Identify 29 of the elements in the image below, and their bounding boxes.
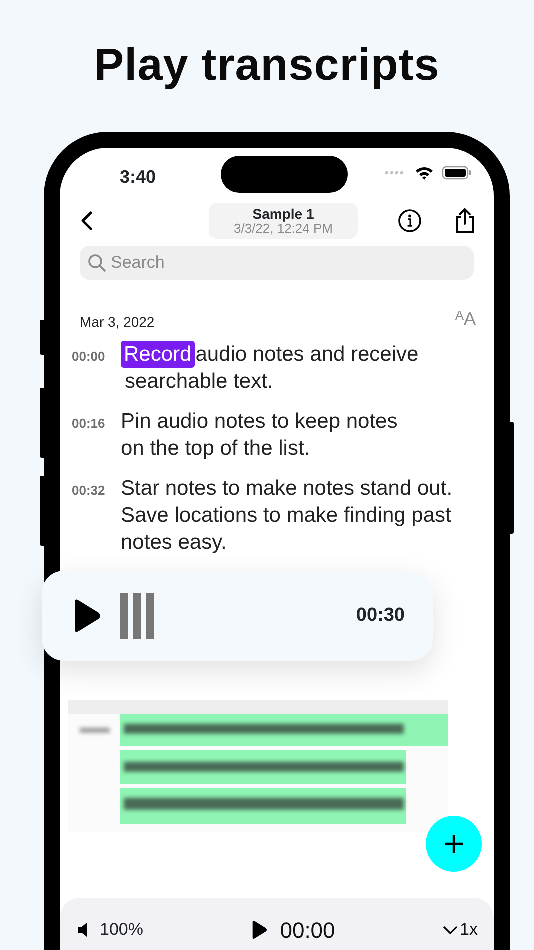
speed-button[interactable]: 1x — [443, 917, 478, 943]
transcript-line: on the top of the list. — [121, 436, 312, 462]
speaker-icon — [78, 923, 88, 937]
highlighted-word: Record — [121, 341, 195, 368]
share-button[interactable] — [454, 208, 476, 234]
transcript-date: Mar 3, 2022 — [80, 313, 155, 332]
page-title: Play transcripts — [93, 38, 441, 92]
elapsed-time: 00:30 — [356, 604, 405, 628]
timestamp: 00:32 — [72, 482, 106, 500]
transcript-line: Pin audio notes to keep notes — [121, 409, 398, 435]
search-field[interactable]: Search — [80, 246, 474, 280]
back-button[interactable] — [80, 211, 94, 231]
title-pill[interactable]: Sample 1 3/3/22, 12:24 PM — [209, 203, 358, 239]
timestamp: 00:16 — [72, 415, 106, 433]
timestamp: 00:00 — [72, 348, 106, 366]
plus-icon — [444, 834, 464, 854]
info-button[interactable] — [398, 209, 422, 233]
playback-control[interactable]: 00:00 — [251, 914, 336, 946]
transcript-line: notes easy. — [121, 530, 228, 556]
chevron-down-icon — [443, 926, 458, 934]
waveform-icon — [120, 593, 154, 639]
volume-level: 100% — [100, 919, 144, 942]
transcript-line: searchable text. — [124, 369, 274, 395]
wifi-icon — [415, 166, 434, 180]
status-time: 3:40 — [120, 166, 158, 189]
transcript-line: Star notes to make notes stand out. — [121, 476, 453, 502]
battery-icon — [442, 166, 472, 180]
transcript-line: Save locations to make finding past — [121, 503, 452, 529]
transcript-line: audio notes and receive — [196, 342, 419, 368]
